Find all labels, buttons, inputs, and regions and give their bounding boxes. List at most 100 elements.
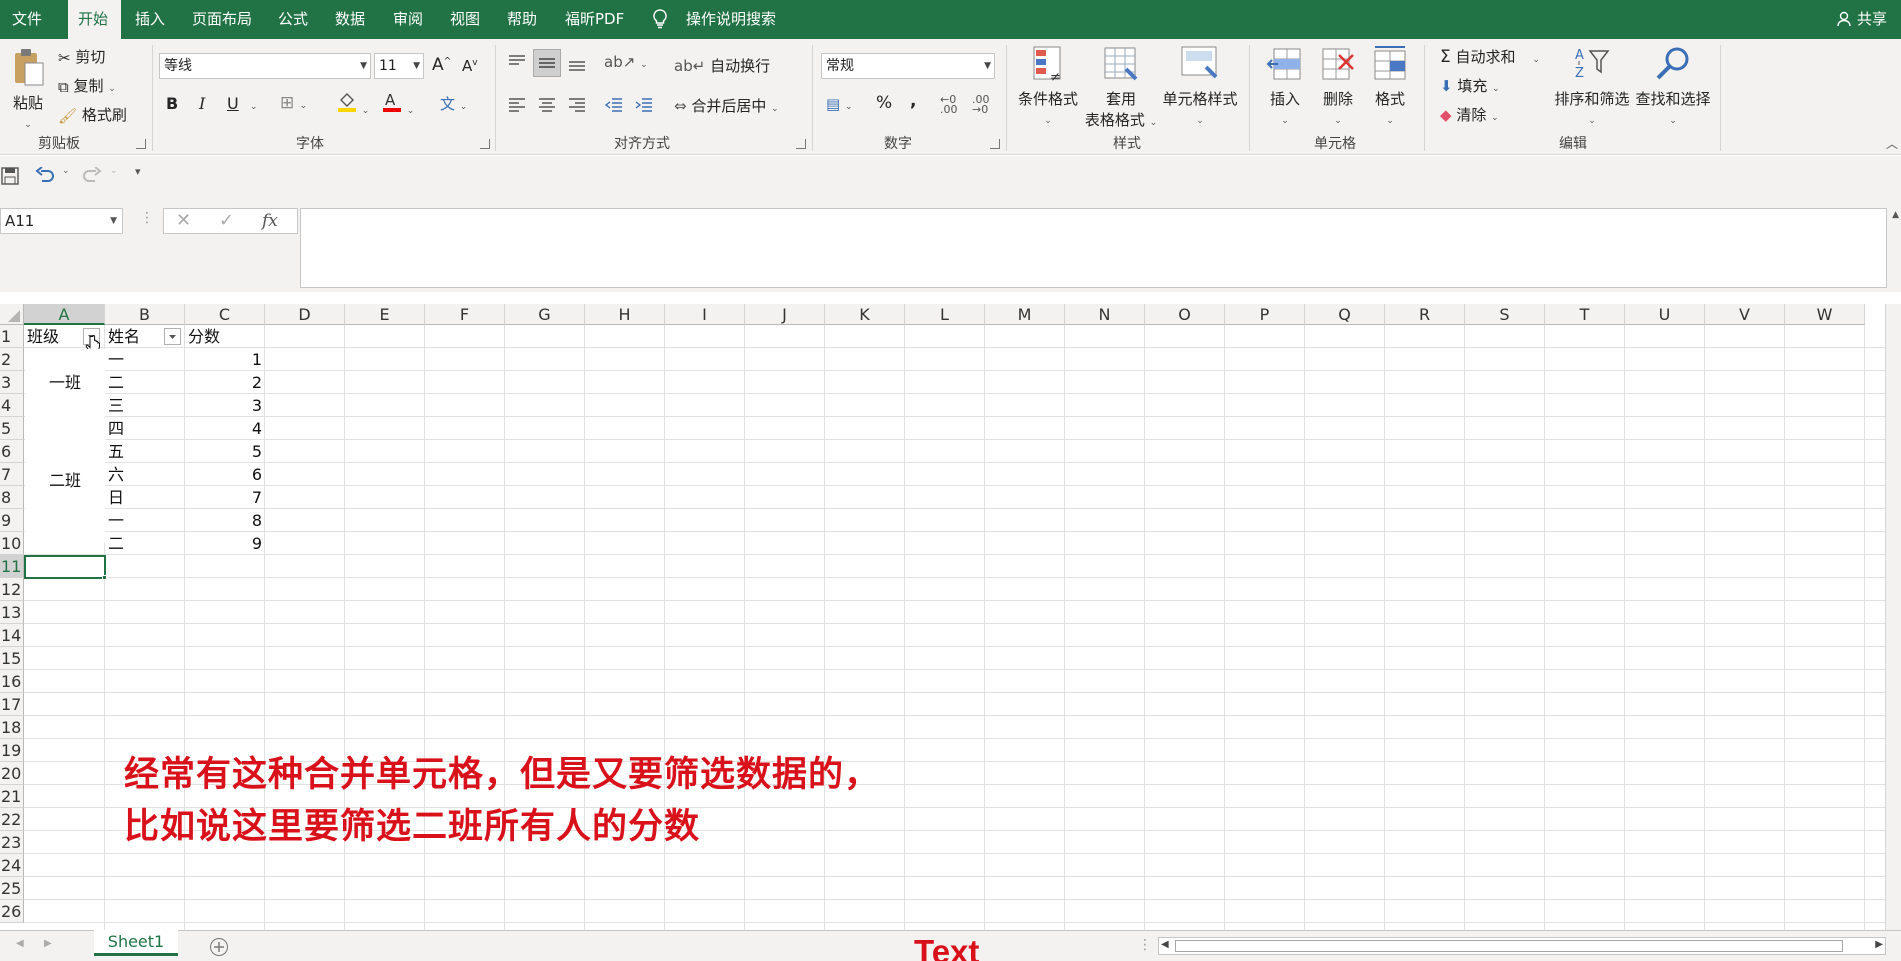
bold-button[interactable]: B (166, 94, 178, 113)
row-header-20[interactable]: 20 (0, 762, 24, 785)
row-header-4[interactable]: 4 (0, 394, 24, 417)
comma-button[interactable]: , (910, 91, 916, 111)
number-format-combo[interactable]: 常规 ▼ (821, 53, 995, 79)
column-header-u[interactable]: U (1625, 304, 1705, 325)
active-cell-a11[interactable] (24, 555, 106, 579)
cell-c8[interactable]: 7 (188, 486, 262, 509)
autosum-button[interactable]: Σ 自动求和 ⌄ (1440, 46, 1540, 67)
merged-cell-class1[interactable]: 一班 (25, 349, 105, 417)
increase-decimal-button[interactable]: ←0.00 (940, 94, 958, 115)
decrease-indent-icon[interactable] (604, 95, 624, 115)
column-header-h[interactable]: H (585, 304, 665, 325)
cell-b8[interactable]: 日 (108, 486, 124, 509)
column-header-g[interactable]: G (505, 304, 585, 325)
column-header-k[interactable]: K (825, 304, 905, 325)
scroll-right-icon[interactable]: ▶ (44, 938, 52, 949)
row-header-1[interactable]: 1 (0, 325, 24, 348)
format-painter-button[interactable]: 🖌 格式刷 (58, 104, 127, 125)
insert-cells-button[interactable]: 插入 ⌄ (1263, 45, 1307, 127)
select-all-corner[interactable] (0, 304, 24, 325)
number-launcher[interactable] (990, 139, 1000, 149)
row-header-22[interactable]: 22 (0, 808, 24, 831)
name-box[interactable]: A11 ▼ (0, 208, 123, 234)
cell-b7[interactable]: 六 (108, 463, 124, 486)
align-left-icon[interactable] (507, 95, 527, 115)
cell-b1[interactable]: 姓名 (108, 325, 140, 348)
fill-handle[interactable] (102, 575, 107, 580)
tab-help[interactable]: 帮助 (497, 0, 547, 39)
row-header-3[interactable]: 3 (0, 371, 24, 394)
share-button[interactable]: 共享 (1837, 0, 1887, 39)
delete-cells-button[interactable]: 删除 ⌄ (1316, 45, 1360, 127)
cell-c4[interactable]: 3 (188, 394, 262, 417)
column-header-t[interactable]: T (1545, 304, 1625, 325)
enter-icon[interactable]: ✓ (219, 210, 234, 231)
row-header-24[interactable]: 24 (0, 854, 24, 877)
row-header-11[interactable]: 11 (0, 555, 24, 578)
redo-icon[interactable] (82, 167, 102, 185)
drag-handle-icon[interactable]: ⋮ (1138, 937, 1152, 953)
sort-filter-button[interactable]: AZ 排序和筛选 ⌄ (1553, 45, 1631, 127)
row-header-23[interactable]: 23 (0, 831, 24, 854)
decrease-font-button[interactable]: Av (462, 57, 478, 75)
tab-formulas[interactable]: 公式 (268, 0, 318, 39)
row-header-19[interactable]: 19 (0, 739, 24, 762)
cancel-icon[interactable]: ✕ (176, 210, 191, 231)
cell-b3[interactable]: 二 (108, 371, 124, 394)
font-launcher[interactable] (480, 139, 490, 149)
column-header-o[interactable]: O (1145, 304, 1225, 325)
customize-qat-icon[interactable]: ▾ (135, 165, 141, 178)
decrease-decimal-button[interactable]: .00 →0 (972, 94, 990, 115)
column-header-i[interactable]: I (665, 304, 745, 325)
find-select-button[interactable]: 查找和选择 ⌄ (1634, 45, 1712, 127)
row-header-8[interactable]: 8 (0, 486, 24, 509)
tab-file[interactable]: 文件 (2, 0, 52, 39)
format-cells-button[interactable]: 格式 ⌄ (1368, 45, 1412, 127)
row-header-21[interactable]: 21 (0, 785, 24, 808)
cell-a1[interactable]: 班级 (27, 325, 59, 348)
cell-c6[interactable]: 5 (188, 440, 262, 463)
tab-home[interactable]: 开始 (68, 0, 121, 39)
cell-styles-button[interactable]: 单元格样式 ⌄ (1160, 45, 1240, 127)
cut-button[interactable]: ✂ 剪切 (58, 46, 105, 67)
cell-c3[interactable]: 2 (188, 371, 262, 394)
redo-dropdown[interactable]: ⌄ (110, 166, 118, 176)
scroll-left-arrow-icon[interactable]: ◀ (1161, 939, 1169, 950)
row-header-26[interactable]: 26 (0, 900, 24, 923)
align-bottom-icon[interactable] (567, 53, 587, 73)
align-center-icon[interactable] (537, 95, 557, 115)
add-sheet-icon[interactable] (209, 937, 229, 957)
column-header-e[interactable]: E (345, 304, 425, 325)
column-header-b[interactable]: B (105, 304, 185, 325)
cell-c2[interactable]: 1 (188, 348, 262, 371)
tab-data[interactable]: 数据 (325, 0, 375, 39)
cell-b4[interactable]: 三 (108, 394, 124, 417)
column-header-p[interactable]: P (1225, 304, 1305, 325)
row-header-13[interactable]: 13 (0, 601, 24, 624)
collapse-ribbon-button[interactable]: ︿ (1886, 135, 1898, 152)
cell-b10[interactable]: 二 (108, 532, 124, 555)
fill-button[interactable]: ⬇ 填充 ⌄ (1440, 75, 1500, 96)
row-header-10[interactable]: 10 (0, 532, 24, 555)
row-header-12[interactable]: 12 (0, 578, 24, 601)
scroll-right-arrow-icon[interactable]: ▶ (1875, 939, 1883, 950)
tab-page-layout[interactable]: 页面布局 (182, 0, 262, 39)
drag-handle-icon[interactable]: ⋮ (140, 210, 154, 226)
cell-c7[interactable]: 6 (188, 463, 262, 486)
column-header-j[interactable]: J (745, 304, 825, 325)
font-name-combo[interactable]: 等线 ▼ (159, 53, 371, 79)
column-header-a[interactable]: A (24, 304, 105, 325)
clear-button[interactable]: ◆ 清除 ⌄ (1440, 104, 1499, 125)
scroll-left-icon[interactable]: ◀ (16, 938, 24, 949)
row-header-6[interactable]: 6 (0, 440, 24, 463)
row-header-16[interactable]: 16 (0, 670, 24, 693)
percent-button[interactable]: % (876, 93, 892, 113)
merge-center-button[interactable]: ⇔ 合并后居中 ⌄ (674, 95, 779, 116)
column-header-s[interactable]: S (1465, 304, 1545, 325)
collapse-formula-bar-icon[interactable]: ▲ (1892, 210, 1899, 220)
row-header-5[interactable]: 5 (0, 417, 24, 440)
column-header-c[interactable]: C (185, 304, 265, 325)
underline-dropdown[interactable]: ⌄ (250, 95, 258, 113)
font-size-combo[interactable]: 11 ▼ (374, 53, 424, 79)
cell-b9[interactable]: 一 (108, 509, 124, 532)
